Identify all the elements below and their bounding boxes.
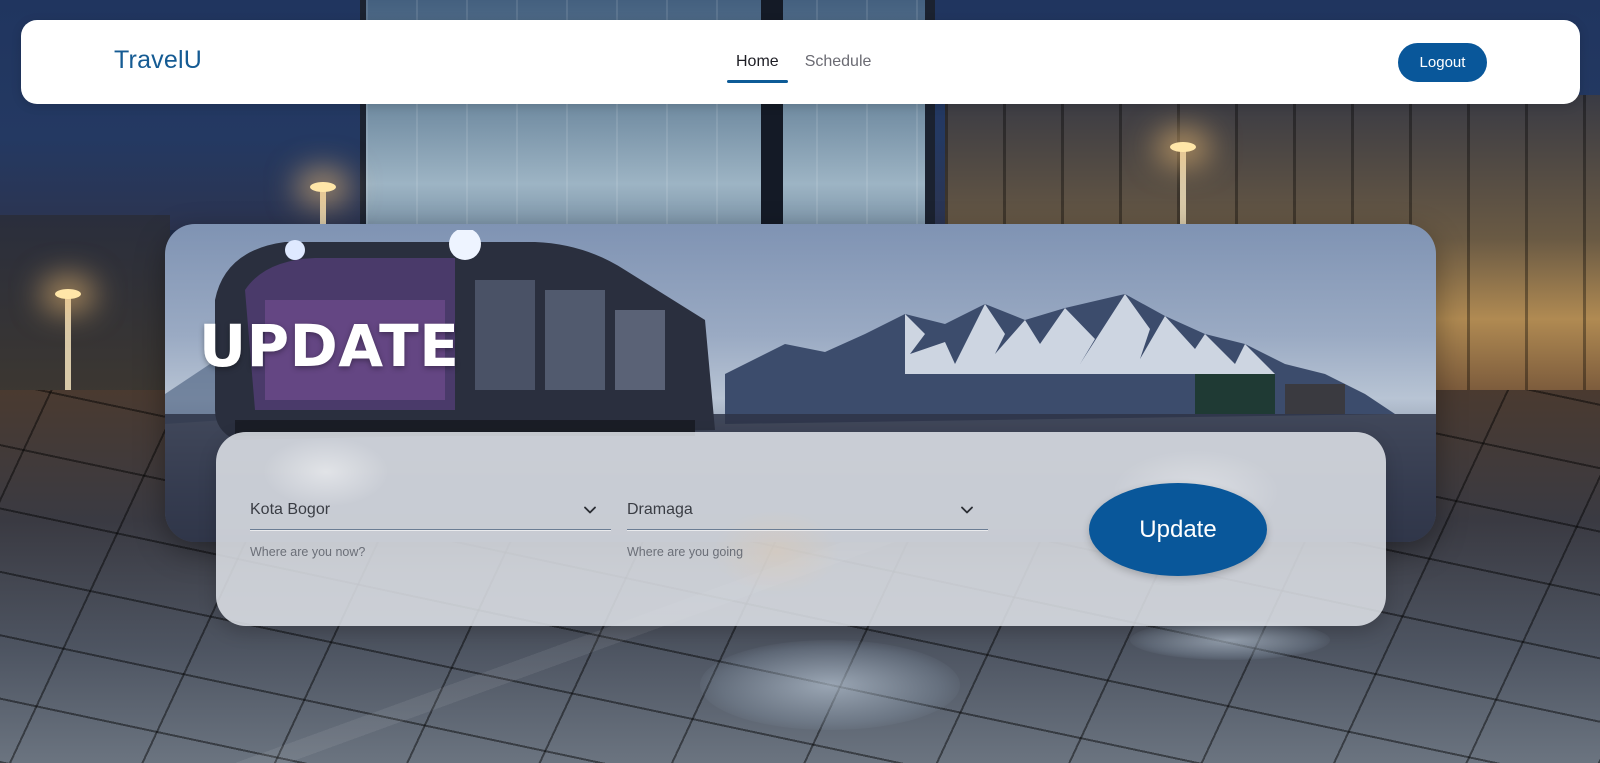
puddle-reflection (700, 640, 960, 730)
puddle-reflection (1130, 620, 1330, 660)
update-form: Kota Bogor Where are you now? Dramaga Wh… (216, 432, 1386, 626)
street-lamp (310, 182, 336, 228)
nav-links: Home Schedule (727, 20, 888, 104)
destination-select-value: Dramaga (627, 500, 693, 518)
page-title: UPDATE (199, 312, 460, 380)
destination-helper-text: Where are you going (627, 545, 744, 559)
nav-link-schedule[interactable]: Schedule (796, 20, 881, 104)
left-building (0, 215, 170, 415)
street-lamp (55, 289, 81, 395)
update-button[interactable]: Update (1089, 483, 1267, 576)
origin-helper-text: Where are you now? (250, 545, 366, 559)
logout-button[interactable]: Logout (1398, 43, 1487, 82)
top-navbar: TravelU Home Schedule Logout (21, 20, 1580, 104)
chevron-down-icon (584, 506, 596, 514)
brand-logo[interactable]: TravelU (114, 46, 202, 75)
chevron-down-icon (961, 506, 973, 514)
street-lamp (1170, 142, 1196, 228)
destination-select[interactable]: Dramaga (627, 490, 988, 531)
origin-select[interactable]: Kota Bogor (250, 490, 611, 531)
nav-link-home[interactable]: Home (727, 20, 788, 104)
origin-select-value: Kota Bogor (250, 500, 331, 518)
